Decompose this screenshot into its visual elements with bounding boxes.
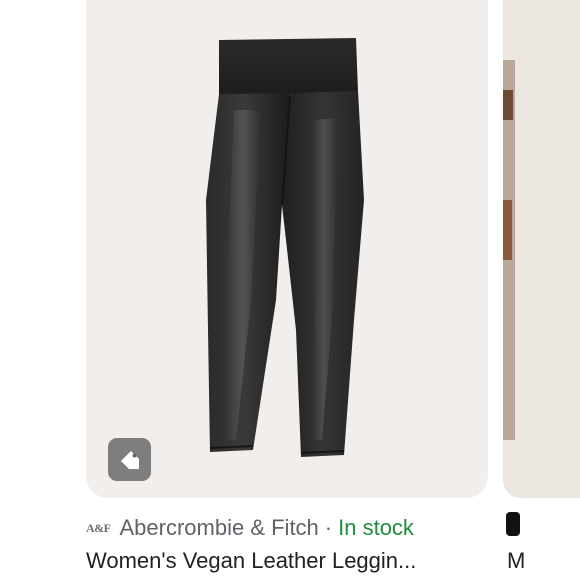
- availability-status: In stock: [338, 515, 414, 540]
- image-results-viewport: A&F Abercrombie & Fitch · In stock Women…: [0, 0, 580, 580]
- source-name[interactable]: Abercrombie & Fitch: [120, 515, 319, 541]
- result-meta-row: A&F Abercrombie & Fitch · In stock: [86, 512, 500, 544]
- product-title-link[interactable]: Women's Vegan Leather Leggin...: [86, 548, 486, 580]
- source-logo-icon: A&F: [86, 520, 111, 535]
- next-result-title[interactable]: M: [507, 548, 525, 574]
- next-result-image[interactable]: [503, 0, 580, 498]
- next-result-source-icon: [506, 512, 520, 536]
- waistband-shape: [219, 38, 358, 95]
- next-result-card[interactable]: M: [503, 0, 580, 580]
- product-image-tile[interactable]: [86, 0, 488, 498]
- meta-separator: ·: [324, 515, 333, 540]
- price-tag-button[interactable]: [108, 438, 151, 481]
- price-tag-icon: [120, 450, 139, 469]
- leggings-product-image: [206, 38, 364, 457]
- next-result-photo: [503, 0, 580, 498]
- product-result-card[interactable]: A&F Abercrombie & Fitch · In stock Women…: [0, 0, 500, 580]
